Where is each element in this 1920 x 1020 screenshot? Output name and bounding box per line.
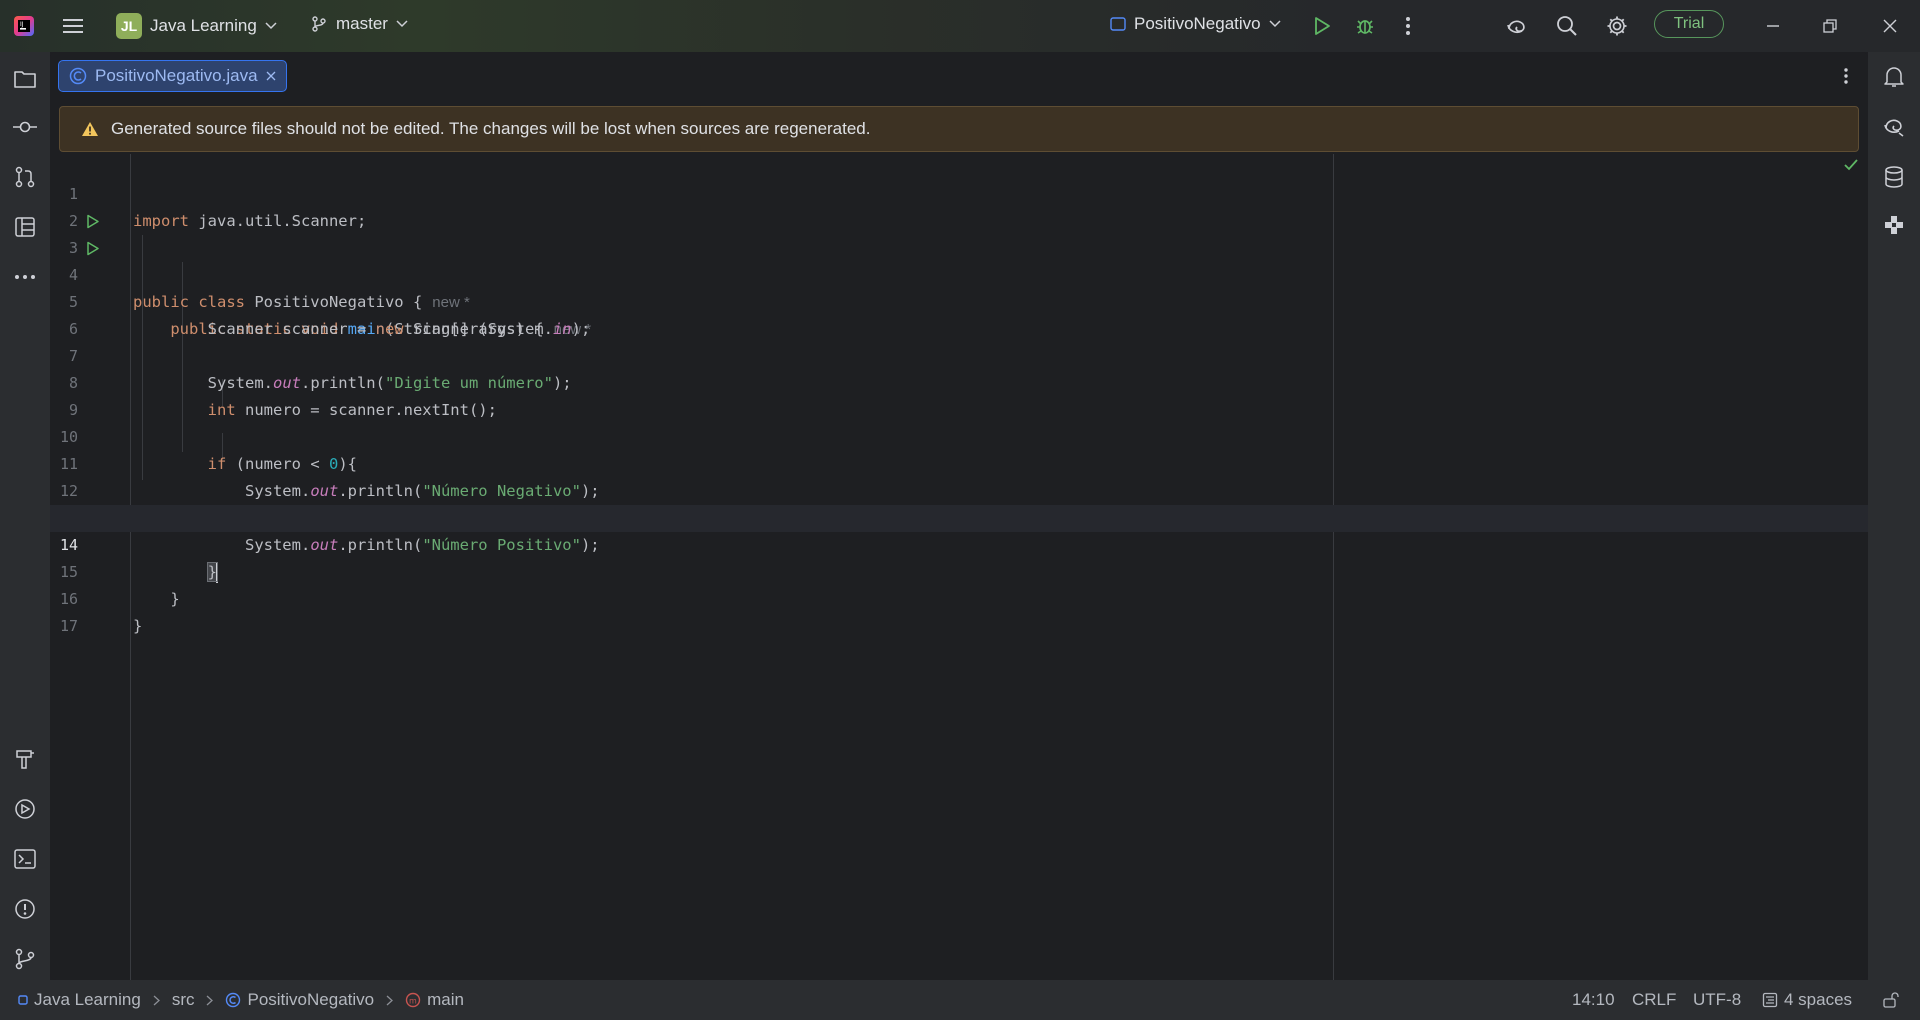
code-line-current: 14 } — [50, 505, 1868, 583]
caret-position[interactable]: 14:10 — [1572, 990, 1615, 1010]
chevron-right-icon — [386, 995, 394, 1006]
chevron-down-icon — [396, 20, 408, 28]
branch-icon — [310, 15, 328, 33]
run-icon[interactable] — [1307, 11, 1337, 41]
code-line: 2 — [50, 181, 1868, 230]
close-tab-icon[interactable] — [266, 71, 276, 81]
java-class-icon — [225, 992, 241, 1008]
project-icon[interactable] — [10, 64, 40, 94]
code-line: 15 } — [50, 532, 1868, 608]
chevron-down-icon — [1269, 20, 1281, 28]
run-gutter-icon[interactable] — [86, 241, 100, 256]
branch-selector[interactable]: master — [310, 14, 408, 34]
pull-requests-icon[interactable] — [10, 162, 40, 192]
run-gutter-icon[interactable] — [86, 214, 100, 229]
breadcrumb-item[interactable]: main — [427, 990, 464, 1010]
run-config-selector[interactable]: PositivoNegativo — [1110, 14, 1281, 34]
chevron-right-icon — [153, 995, 160, 1006]
code-area[interactable]: 1 import java.util.Scanner; 2 3 public c… — [50, 154, 1868, 980]
editor-tabs: PositivoNegativo.java — [50, 52, 1868, 102]
code-line: 1 import java.util.Scanner; — [50, 154, 1868, 230]
code-line: 10 if (numero < 0){ — [50, 397, 1868, 473]
restore-window-icon[interactable] — [1815, 11, 1845, 41]
build-icon[interactable] — [10, 744, 40, 774]
ai-assistant-icon[interactable] — [1879, 112, 1909, 142]
more-actions-icon[interactable] — [1393, 11, 1423, 41]
code-line: 17 — [50, 586, 1868, 635]
code-line: 7 System.out.println("Digite um número")… — [50, 316, 1868, 392]
banner-text: Generated source files should not be edi… — [111, 119, 871, 138]
code-line: 16 } — [50, 559, 1868, 635]
code-line: 13 System.out.println("Número Positivo")… — [50, 478, 1868, 554]
structure-icon[interactable] — [10, 212, 40, 242]
database-icon[interactable] — [1879, 162, 1909, 192]
run-config-icon — [1110, 17, 1126, 31]
notifications-icon[interactable] — [1879, 62, 1909, 92]
code-line: 11 System.out.println("Número Negativo")… — [50, 424, 1868, 500]
main-menu-icon[interactable] — [58, 11, 88, 41]
project-name: Java Learning — [150, 16, 257, 35]
code-line: 12 }else{ — [50, 451, 1868, 528]
breadcrumb: Java Learning src PositivoNegativo m mai… — [18, 990, 464, 1010]
tab-label: PositivoNegativo.java — [95, 66, 258, 85]
read-only-toggle-icon[interactable] — [1876, 985, 1906, 1015]
intellij-logo-icon[interactable]: IJ — [9, 11, 39, 41]
editor-panel: PositivoNegativo.java Generated source f… — [50, 52, 1868, 980]
right-tool-strip — [1868, 52, 1920, 980]
svg-text:m: m — [409, 997, 417, 1006]
code-line: 6 — [50, 289, 1868, 338]
indent-selector[interactable]: 4 spaces — [1762, 990, 1852, 1010]
file-encoding[interactable]: UTF-8 — [1693, 990, 1741, 1010]
java-class-icon — [69, 67, 87, 85]
problems-icon[interactable] — [10, 894, 40, 924]
settings-gear-icon[interactable] — [1602, 11, 1632, 41]
close-window-icon[interactable] — [1875, 11, 1905, 41]
code-line: 4 public static void main(String[] args)… — [50, 235, 1868, 338]
breadcrumb-item[interactable]: src — [172, 990, 195, 1010]
method-icon: m — [405, 992, 421, 1008]
ai-swirl-icon[interactable] — [1502, 11, 1532, 41]
code-line: 3 public class PositivoNegativo {new * — [50, 208, 1868, 311]
breadcrumb-item[interactable]: PositivoNegativo — [247, 990, 374, 1010]
trial-badge[interactable]: Trial — [1654, 10, 1724, 38]
left-tool-strip — [0, 52, 50, 980]
title-bar: IJ JL Java Learning master PositivoNegat… — [0, 0, 1920, 52]
generated-source-warning-banner: Generated source files should not be edi… — [59, 106, 1859, 152]
tab-options-icon[interactable] — [1831, 61, 1861, 91]
line-number: 17 — [59, 617, 78, 635]
more-icon[interactable] — [10, 262, 40, 292]
module-icon — [18, 995, 28, 1005]
branch-name: master — [336, 14, 388, 33]
run-config-name: PositivoNegativo — [1134, 14, 1261, 33]
git-icon[interactable] — [10, 944, 40, 974]
warning-icon — [81, 121, 99, 137]
chevron-down-icon — [265, 22, 277, 30]
commit-icon[interactable] — [10, 112, 40, 142]
code-line: 8 int numero = scanner.nextInt(); — [50, 343, 1868, 419]
indent-icon — [1762, 992, 1778, 1008]
search-icon[interactable] — [1552, 11, 1582, 41]
breadcrumb-item[interactable]: Java Learning — [34, 990, 141, 1010]
editor-tab-active[interactable]: PositivoNegativo.java — [58, 60, 287, 92]
code-line: 5 Scanner scanner = new Scanner(System.i… — [50, 262, 1868, 338]
terminal-icon[interactable] — [10, 844, 40, 874]
debug-icon[interactable] — [1350, 11, 1380, 41]
line-ending[interactable]: CRLF — [1632, 990, 1676, 1010]
line-text: } — [133, 617, 143, 635]
services-icon[interactable] — [10, 794, 40, 824]
svg-text:IJ: IJ — [20, 21, 24, 28]
code-line: 9 — [50, 370, 1868, 419]
project-badge: JL — [116, 13, 142, 39]
indent-label: 4 spaces — [1784, 990, 1853, 1009]
minimize-icon[interactable] — [1758, 11, 1788, 41]
project-selector[interactable]: JL Java Learning — [116, 13, 277, 39]
plugin-icon[interactable] — [1879, 210, 1909, 240]
status-bar: Java Learning src PositivoNegativo m mai… — [0, 980, 1920, 1020]
chevron-right-icon — [206, 995, 214, 1006]
